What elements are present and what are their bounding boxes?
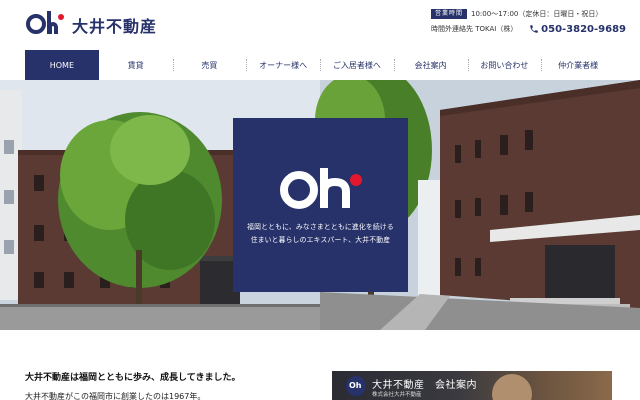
hours-badge: 営業時間 [431, 8, 468, 19]
intro-body: 大井不動産がこの福岡市に創業したのは1967年。 [25, 392, 206, 400]
intro-section: 大井不動産は福岡とともに歩み、成長してきました。 大井不動産がこの福岡市に創業し… [25, 370, 315, 400]
nav-owners[interactable]: オーナー様へ [246, 50, 320, 80]
phone-link[interactable]: 050-3820-9689 [529, 24, 626, 35]
site-header: 大井不動産 営業時間 10:00～17:00（定休日：日曜日・祝日） 時間外連絡… [0, 0, 640, 50]
oh-logo-icon [26, 11, 66, 37]
nav-residents[interactable]: ご入居者様へ [320, 50, 394, 80]
nav-sales[interactable]: 売買 [172, 50, 247, 80]
phone-number: 050-3820-9689 [541, 23, 626, 35]
oh-logo-icon [280, 168, 362, 209]
banner-title: 大井不動産 会社案内 [372, 380, 477, 391]
nav-contact[interactable]: お問い合わせ [467, 50, 542, 80]
company-info-banner[interactable]: Oh 大井不動産 会社案内 株式会社大井不動産 [332, 371, 612, 400]
hero-image: 福岡とともに、みなさまとともに進化を続ける 住まいと暮らしのエキスパート、大井不… [0, 80, 640, 330]
oh-badge-icon: Oh [346, 376, 366, 396]
logo-text: 大井不動産 [72, 17, 158, 36]
intro-heading: 大井不動産は福岡とともに歩み、成長してきました。 [25, 373, 241, 383]
main-nav: HOME 賃貸 売買 オーナー様へ ご入居者様へ 会社案内 お問い合わせ 仲介業… [25, 50, 615, 80]
tagline-line-2: 住まいと暮らしのエキスパート、大井不動産 [250, 236, 391, 244]
site-logo[interactable]: 大井不動産 [26, 11, 158, 38]
person-photo [492, 374, 532, 400]
tagline-line-1: 福岡とともに、みなさまとともに進化を続ける [247, 223, 394, 231]
hero-tagline: 福岡とともに、みなさまとともに進化を続ける 住まいと暮らしのエキスパート、大井不… [233, 221, 408, 247]
nav-company[interactable]: 会社案内 [393, 50, 468, 80]
phone-icon [530, 25, 538, 33]
nav-home[interactable]: HOME [25, 50, 99, 80]
nav-brokers[interactable]: 仲介業者様 [541, 50, 615, 80]
after-hours-label: 時間外連絡先 TOKAI（株） [431, 25, 518, 33]
contact-info: 営業時間 10:00～17:00（定休日：日曜日・祝日） 時間外連絡先 TOKA… [431, 8, 626, 36]
hero-brand-card: 福岡とともに、みなさまとともに進化を続ける 住まいと暮らしのエキスパート、大井不… [233, 118, 408, 292]
banner-subtitle: 株式会社大井不動産 [372, 392, 422, 398]
business-hours: 10:00～17:00（定休日：日曜日・祝日） [471, 9, 603, 18]
nav-rental[interactable]: 賃貸 [99, 50, 173, 80]
